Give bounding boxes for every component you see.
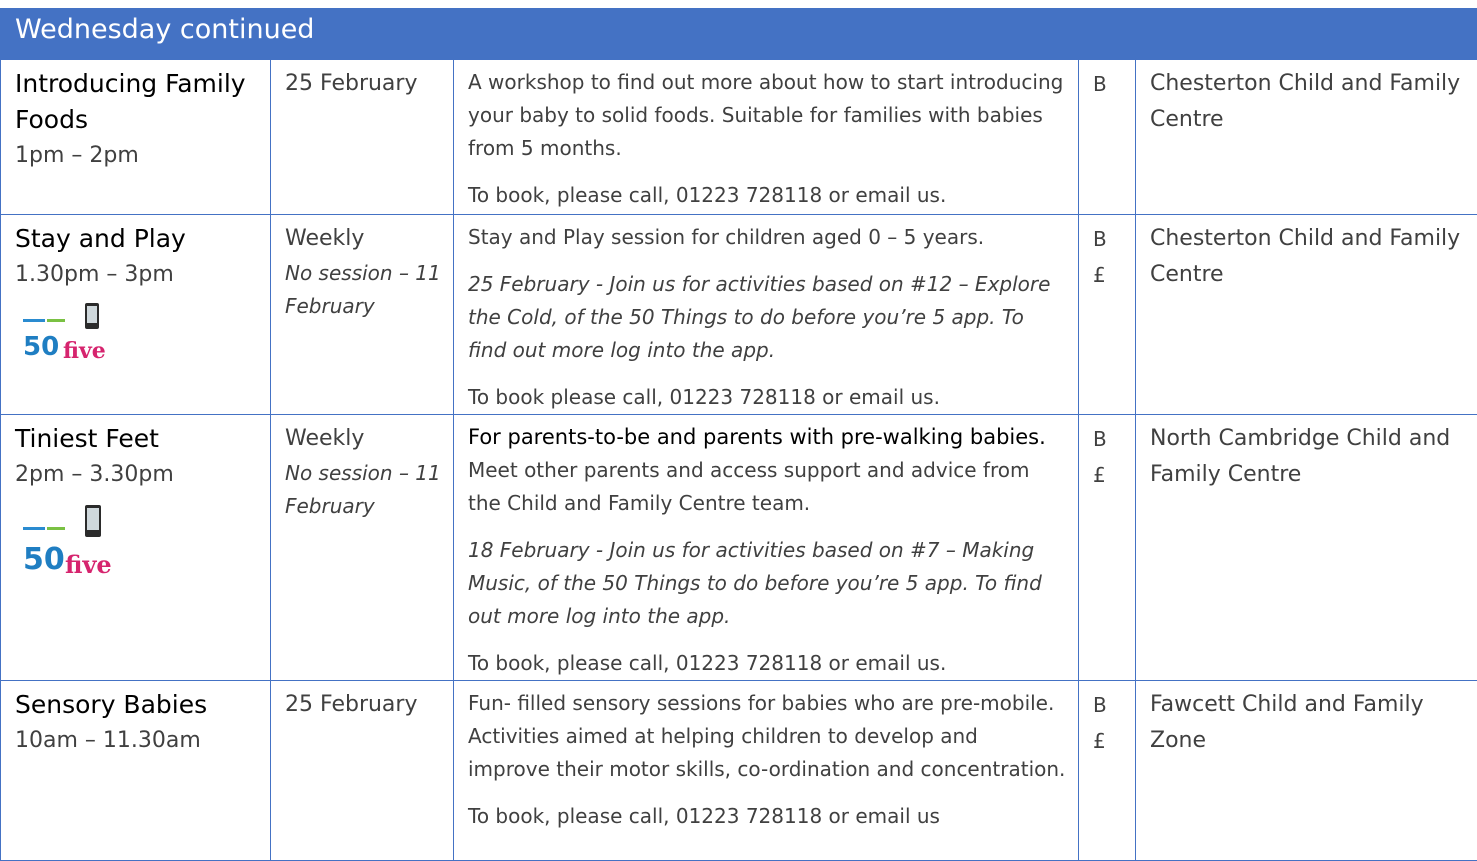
event-highlight: For parents-to-be and parents with pre-w… (468, 421, 1066, 454)
event-title: Tiniest Feet (15, 421, 258, 457)
event-location: Fawcett Child and Family Zone (1150, 687, 1465, 759)
codes-cell: B (1079, 60, 1136, 215)
section-heading: Wednesday continued (1, 9, 1477, 60)
event-time: 10am – 11.30am (15, 723, 258, 759)
event-cell: Stay and Play 1.30pm – 3pm 50 five (1, 215, 271, 415)
event-cell: Introducing Family Foods 1pm – 2pm (1, 60, 271, 215)
event-description: Stay and Play session for children aged … (468, 221, 1066, 254)
codes-cell: B £ (1079, 681, 1136, 861)
event-codes: B £ (1093, 221, 1123, 293)
date-cell: Weekly No session – 11 February (271, 215, 454, 415)
logo-word: five (63, 338, 106, 364)
booking-info: To book, please call, 01223 728118 or em… (468, 179, 1066, 212)
table-header-row: Wednesday continued (1, 9, 1477, 60)
location-cell: North Cambridge Child and Family Centre (1136, 415, 1477, 681)
table-row: Introducing Family Foods 1pm – 2pm 25 Fe… (1, 60, 1477, 215)
description-cell: For parents-to-be and parents with pre-w… (454, 415, 1079, 681)
event-description: A workshop to find out more about how to… (468, 66, 1066, 165)
fifty-things-logo-icon: 50 five (19, 503, 114, 583)
event-time: 1pm – 2pm (15, 138, 258, 174)
event-time: 1.30pm – 3pm (15, 257, 258, 293)
event-date: 25 February (285, 687, 441, 723)
page: Wednesday continued Introducing Family F… (0, 0, 1477, 854)
event-date: Weekly (285, 421, 441, 457)
codes-cell: B £ (1079, 415, 1136, 681)
table-row: Stay and Play 1.30pm – 3pm 50 five Weekl… (1, 215, 1477, 415)
logo-number: 50 (23, 332, 59, 362)
event-date: 25 February (285, 66, 441, 102)
event-location: North Cambridge Child and Family Centre (1150, 421, 1465, 493)
event-title: Introducing Family Foods (15, 66, 258, 138)
event-codes: B (1093, 66, 1123, 102)
event-description: Fun- filled sensory sessions for babies … (468, 687, 1066, 786)
booking-info: To book, please call, 01223 728118 or em… (468, 647, 1066, 680)
booking-info: To book, please call, 01223 728118 or em… (468, 800, 1066, 833)
event-title: Sensory Babies (15, 687, 258, 723)
event-date: Weekly (285, 221, 441, 257)
event-location: Chesterton Child and Family Centre (1150, 66, 1465, 138)
event-cell: Sensory Babies 10am – 11.30am (1, 681, 271, 861)
table-row: Sensory Babies 10am – 11.30am 25 Februar… (1, 681, 1477, 861)
activity-note: 18 February - Join us for activities bas… (468, 534, 1066, 633)
date-cell: 25 February (271, 681, 454, 861)
event-description: Meet other parents and access support an… (468, 454, 1066, 520)
codes-cell: B £ (1079, 215, 1136, 415)
date-note: No session – 11 February (285, 257, 441, 323)
date-note: No session – 11 February (285, 457, 441, 523)
location-cell: Chesterton Child and Family Centre (1136, 60, 1477, 215)
event-location: Chesterton Child and Family Centre (1150, 221, 1465, 293)
booking-info: To book please call, 01223 728118 or ema… (468, 381, 1066, 414)
description-cell: Fun- filled sensory sessions for babies … (454, 681, 1079, 861)
description-cell: Stay and Play session for children aged … (454, 215, 1079, 415)
logo-word: five (65, 550, 112, 579)
fifty-things-logo-icon: 50 five (19, 303, 114, 365)
activity-note: 25 February - Join us for activities bas… (468, 268, 1066, 367)
description-cell: A workshop to find out more about how to… (454, 60, 1079, 215)
event-codes: B £ (1093, 687, 1123, 759)
location-cell: Fawcett Child and Family Zone (1136, 681, 1477, 861)
event-time: 2pm – 3.30pm (15, 457, 258, 493)
event-codes: B £ (1093, 421, 1123, 493)
event-cell: Tiniest Feet 2pm – 3.30pm 50 five (1, 415, 271, 681)
events-table: Wednesday continued Introducing Family F… (0, 8, 1477, 861)
event-title: Stay and Play (15, 221, 258, 257)
logo-number: 50 (23, 542, 65, 577)
date-cell: 25 February (271, 60, 454, 215)
table-row: Tiniest Feet 2pm – 3.30pm 50 five Weekly… (1, 415, 1477, 681)
location-cell: Chesterton Child and Family Centre (1136, 215, 1477, 415)
date-cell: Weekly No session – 11 February (271, 415, 454, 681)
